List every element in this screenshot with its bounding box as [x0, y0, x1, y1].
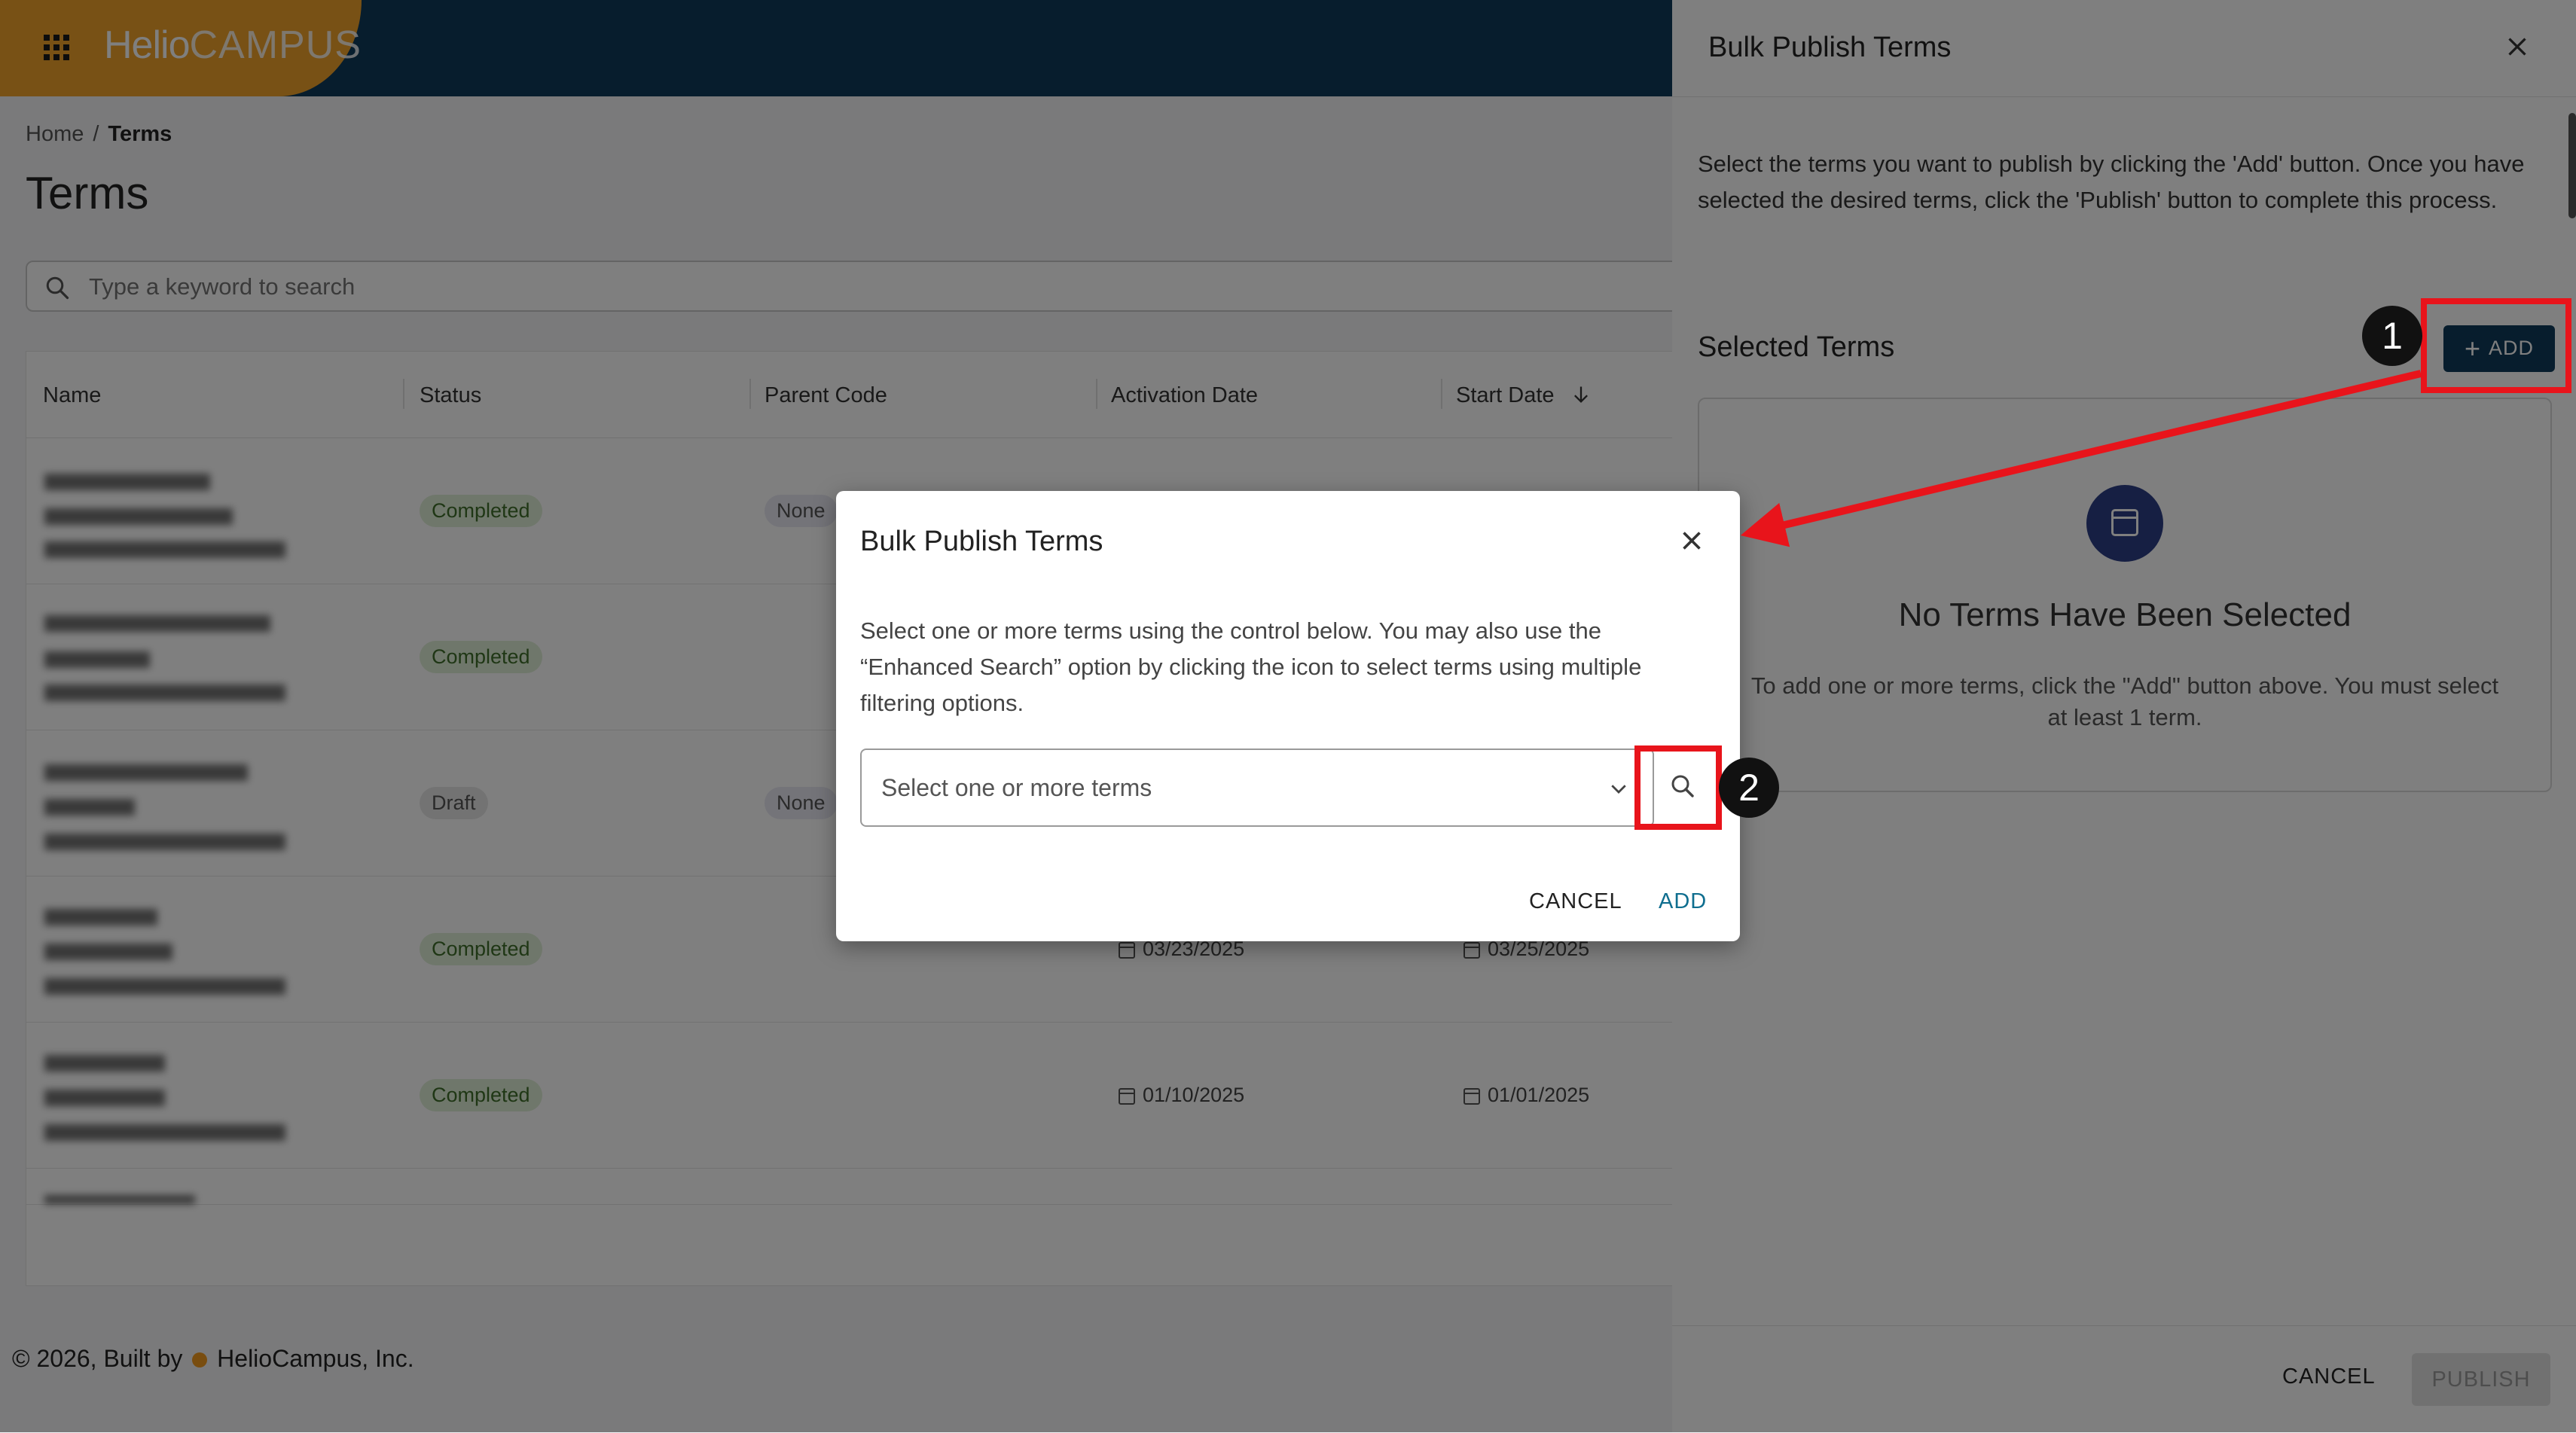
publish-button[interactable]: PUBLISH: [2412, 1353, 2550, 1406]
calendar-icon: [2086, 485, 2163, 562]
dialog-description: Select one or more terms using the contr…: [860, 617, 1642, 716]
close-icon[interactable]: [2504, 33, 2531, 60]
chevron-down-icon[interactable]: [1607, 777, 1630, 800]
highlight-enhanced-search: [1634, 745, 1722, 830]
step-2-badge: 2: [1719, 758, 1779, 818]
empty-state-text: To add one or more terms, click the "Add…: [1750, 672, 2499, 730]
panel-cancel-button[interactable]: CANCEL: [2278, 1364, 2380, 1390]
bulk-publish-dialog: Bulk Publish Terms Select one or more te…: [836, 491, 1740, 941]
bulk-publish-panel: Bulk Publish Terms Select the terms you …: [1672, 0, 2576, 1432]
dialog-add-button[interactable]: ADD: [1654, 889, 1711, 915]
panel-header: Bulk Publish Terms: [1672, 0, 2576, 97]
panel-description: Select the terms you want to publish by …: [1698, 151, 2525, 213]
empty-state: No Terms Have Been Selected To add one o…: [1698, 398, 2552, 792]
term-select-placeholder: Select one or more terms: [881, 774, 1152, 801]
panel-title: Bulk Publish Terms: [1708, 32, 1952, 63]
panel-scrollbar[interactable]: [2568, 113, 2576, 218]
dialog-title: Bulk Publish Terms: [860, 526, 1103, 557]
highlight-add-button: [2421, 298, 2571, 393]
dialog-cancel-button[interactable]: CANCEL: [1525, 889, 1627, 915]
selected-terms-label: Selected Terms: [1698, 331, 1895, 363]
panel-footer: CANCEL PUBLISH: [1672, 1325, 2576, 1433]
close-icon[interactable]: [1678, 527, 1705, 554]
step-1-badge: 1: [2362, 306, 2422, 366]
empty-state-title: No Terms Have Been Selected: [1898, 596, 2352, 633]
term-select[interactable]: Select one or more terms: [860, 749, 1654, 827]
